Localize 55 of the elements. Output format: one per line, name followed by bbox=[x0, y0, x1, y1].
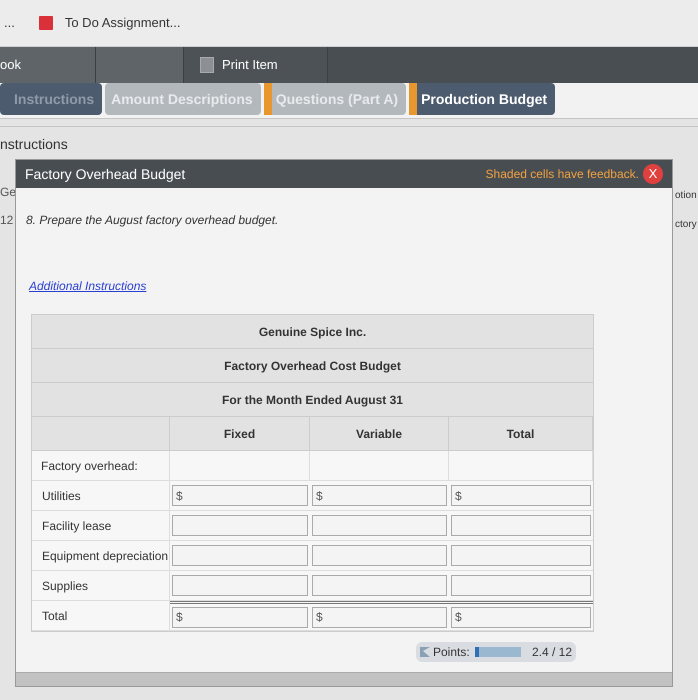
points-score: 2.4 / 12 bbox=[532, 644, 572, 661]
close-button[interactable]: X bbox=[643, 164, 663, 184]
input-field[interactable] bbox=[451, 545, 591, 566]
background-text: 12 bbox=[0, 212, 14, 229]
question-text: 8. Prepare the August factory overhead budget. bbox=[26, 212, 280, 229]
currency-sign: $ bbox=[176, 609, 183, 626]
page-title: To Do Assignment... bbox=[64, 14, 180, 32]
section-title: nstructions bbox=[0, 135, 68, 154]
background-text: Ge bbox=[0, 184, 16, 201]
table-heading: Genuine Spice Inc. bbox=[258, 324, 366, 340]
input-field[interactable] bbox=[172, 575, 308, 596]
document-icon bbox=[200, 57, 214, 73]
app-logo-icon bbox=[38, 16, 53, 30]
input-field[interactable]: $ bbox=[312, 485, 447, 506]
input-field[interactable] bbox=[312, 575, 447, 596]
flag-icon bbox=[420, 647, 430, 657]
instructions-link[interactable]: Additional Instructions bbox=[29, 277, 146, 295]
input-field[interactable] bbox=[312, 545, 447, 566]
currency-sign: $ bbox=[455, 488, 462, 504]
row-label: Factory overhead: bbox=[41, 458, 138, 474]
row-label: Facility lease bbox=[42, 518, 112, 534]
row-label: Total bbox=[42, 608, 68, 624]
column-header: Total bbox=[506, 426, 534, 442]
input-field[interactable]: $ bbox=[172, 485, 308, 506]
row-label: Equipment depreciation bbox=[42, 548, 168, 564]
input-field[interactable]: $ bbox=[172, 606, 308, 628]
dialog-title: Factory Overhead Budget bbox=[25, 164, 186, 184]
menu-ellipsis[interactable]: ... bbox=[4, 13, 15, 33]
input-field[interactable] bbox=[172, 545, 308, 566]
column-header: Variable bbox=[356, 426, 402, 442]
input-field[interactable] bbox=[451, 575, 591, 596]
column-header: Fixed bbox=[224, 426, 256, 442]
table-heading: Factory Overhead Cost Budget bbox=[224, 358, 401, 374]
input-field[interactable]: $ bbox=[451, 606, 591, 628]
input-field[interactable] bbox=[312, 515, 447, 536]
currency-sign: $ bbox=[455, 609, 462, 626]
input-field[interactable]: $ bbox=[451, 485, 591, 506]
input-field[interactable]: $ bbox=[312, 606, 447, 628]
tab[interactable]: Production Budget bbox=[409, 83, 556, 115]
currency-sign: $ bbox=[316, 488, 323, 504]
table-heading: For the Month Ended August 31 bbox=[222, 392, 403, 408]
background-text: otion bbox=[675, 189, 697, 203]
input-field[interactable] bbox=[451, 515, 591, 536]
currency-sign: $ bbox=[176, 488, 183, 504]
warning-flag-icon bbox=[409, 83, 418, 115]
row-label: Supplies bbox=[42, 578, 88, 594]
points-label: Points: bbox=[433, 644, 470, 661]
row-label: Utilities bbox=[42, 488, 81, 504]
input-field[interactable] bbox=[172, 515, 308, 536]
feedback-text: Shaded cells have feedback. bbox=[486, 166, 639, 183]
resize-bar[interactable] bbox=[16, 672, 672, 686]
currency-sign: $ bbox=[316, 609, 323, 626]
warning-flag-icon bbox=[264, 83, 272, 115]
toolbar-tab[interactable]: ook bbox=[0, 47, 96, 83]
background-text: ctory bbox=[675, 218, 697, 232]
